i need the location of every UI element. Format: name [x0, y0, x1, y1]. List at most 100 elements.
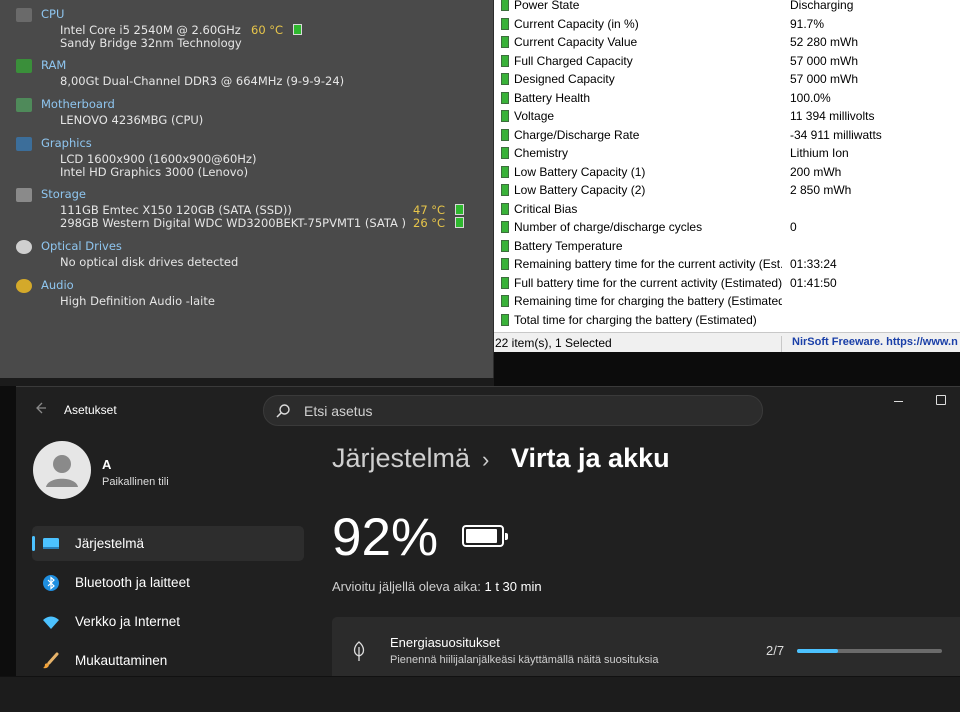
battery-row[interactable]: Battery Temperature: [494, 237, 960, 256]
battery-row[interactable]: Remaining time for charging the battery …: [494, 292, 960, 311]
section-heading-cpu[interactable]: CPU: [41, 7, 64, 21]
battery-row[interactable]: Charge/Discharge Rate -34 911 milliwatts: [494, 126, 960, 145]
section-detail-storage: 111GB Emtec X150 120GB (SATA (SSD)): [60, 203, 292, 217]
battery-row-icon: [501, 17, 509, 30]
paintbrush-icon: [42, 652, 60, 670]
battery-row-icon: [501, 0, 509, 11]
temperature-indicator-icon: [455, 217, 464, 228]
temperature-indicator-icon: [455, 204, 464, 215]
minimize-button[interactable]: [888, 391, 910, 411]
section-heading-audio[interactable]: Audio: [41, 278, 74, 292]
section-detail-audio: High Definition Audio -laite: [60, 294, 215, 308]
battery-row-icon: [501, 258, 509, 270]
battery-row-icon: [501, 54, 509, 67]
battery-row[interactable]: Low Battery Capacity (1) 200 mWh: [494, 163, 960, 182]
battery-row-icon: [501, 128, 509, 141]
energy-leaf-icon: [353, 641, 365, 661]
battery-row-value: 01:41:50: [790, 275, 837, 290]
sidebar-item-label: Bluetooth ja laitteet: [75, 575, 190, 590]
energy-recommendations-card[interactable]: Energiasuositukset Pienennä hiilijalanjä…: [332, 617, 960, 677]
avatar[interactable]: [33, 441, 91, 499]
desktop-background-left: [0, 386, 16, 676]
battery-row[interactable]: Current Capacity Value 52 280 mWh: [494, 33, 960, 52]
battery-row-icon: [501, 276, 509, 289]
search-input[interactable]: [302, 402, 742, 420]
battery-row-icon: [501, 313, 509, 326]
battery-row-name: Power State: [514, 0, 580, 12]
battery-row-name: Chemistry: [514, 146, 569, 160]
battery-row-value: 0: [790, 220, 797, 234]
battery-row-icon: [501, 91, 509, 104]
battery-row-value: Lithium Ion: [790, 146, 849, 160]
nirsoft-link[interactable]: NirSoft Freeware. https://www.n: [792, 336, 960, 348]
battery-row-icon: [501, 221, 509, 233]
battery-row[interactable]: Full Charged Capacity 57 000 mWh: [494, 52, 960, 71]
battery-row-name: Voltage: [514, 109, 555, 123]
sidebar-item-personalization[interactable]: Mukauttaminen: [32, 643, 304, 678]
battery-row[interactable]: Voltage 11 394 millivolts: [494, 107, 960, 126]
battery-row-icon: [501, 184, 509, 196]
search-icon: [276, 404, 290, 418]
temperature-indicator-icon: [293, 24, 302, 35]
battery-row[interactable]: Designed Capacity 57 000 mWh: [494, 70, 960, 89]
energy-progress-bar: [797, 649, 942, 653]
battery-row-name: Total time for charging the battery (Est…: [514, 312, 757, 327]
section-heading-storage[interactable]: Storage: [41, 187, 86, 201]
battery-row-value: 91.7%: [790, 16, 825, 31]
sidebar-item-network[interactable]: Verkko ja Internet: [32, 604, 304, 639]
temperature-reading: 47 °C: [413, 203, 446, 217]
battery-row-icon: [501, 202, 509, 215]
battery-row-name: Battery Health: [514, 90, 591, 105]
system-summary-panel: CPU Intel Core i5 2540M @ 2.60GHz Sandy Br…: [0, 0, 494, 378]
cpu-icon: [16, 8, 32, 22]
battery-row[interactable]: Current Capacity (in %) 91.7%: [494, 15, 960, 34]
section-detail-motherboard: LENOVO 4236MBG (CPU): [60, 113, 204, 127]
energy-subtitle: Pienennä hiilijalanjälkeäsi käyttämällä …: [390, 654, 659, 666]
section-heading-ram[interactable]: RAM: [41, 58, 66, 72]
user-name: A: [102, 457, 112, 472]
monitor-icon: [16, 137, 32, 151]
section-heading-graphics[interactable]: Graphics: [41, 136, 92, 150]
back-arrow-icon[interactable]: [32, 400, 48, 416]
battery-row[interactable]: Power State Discharging: [494, 0, 960, 15]
battery-row-name: Battery Temperature: [514, 238, 623, 253]
wifi-icon: [42, 613, 60, 631]
sidebar-item-system[interactable]: Järjestelmä: [32, 526, 304, 561]
battery-row-value: 57 000 mWh: [790, 53, 859, 68]
battery-row[interactable]: Chemistry Lithium Ion: [494, 144, 960, 163]
sidebar-item-label: Järjestelmä: [75, 536, 145, 551]
battery-row-name: Low Battery Capacity (2): [514, 183, 646, 197]
battery-row-value: 57 000 mWh: [790, 72, 859, 86]
battery-icon: [462, 525, 508, 547]
section-heading-optical[interactable]: Optical Drives: [41, 239, 122, 253]
battery-row[interactable]: Battery Health 100.0%: [494, 89, 960, 108]
estimated-time-left: Arvioitu jäljellä oleva aika: 1 t 30 min: [332, 579, 542, 594]
battery-row[interactable]: Critical Bias: [494, 200, 960, 219]
desktop-background: [494, 352, 960, 386]
breadcrumb-parent[interactable]: Järjestelmä: [332, 443, 470, 474]
battery-row[interactable]: Remaining battery time for the current a…: [494, 255, 960, 274]
sidebar-item-label: Verkko ja Internet: [75, 614, 181, 629]
hard-drive-icon: [16, 188, 32, 202]
optical-disc-icon: [16, 240, 32, 254]
breadcrumb-chevron-icon: ›: [482, 447, 490, 472]
battery-row-name: Remaining time for charging the battery …: [514, 294, 782, 308]
battery-row-icon: [501, 110, 509, 122]
sidebar-item-bluetooth[interactable]: Bluetooth ja laitteet: [32, 565, 304, 600]
search-box[interactable]: [263, 395, 763, 426]
battery-row[interactable]: Number of charge/discharge cycles 0: [494, 218, 960, 237]
battery-row-value: 100.0%: [790, 90, 831, 105]
battery-info-list: Power State Discharging Current Capacity (…: [494, 0, 960, 352]
battery-row-name: Low Battery Capacity (1): [514, 164, 646, 179]
battery-row-value: 52 280 mWh: [790, 35, 859, 49]
battery-row-icon: [501, 239, 509, 252]
maximize-button[interactable]: [936, 395, 946, 405]
section-heading-motherboard[interactable]: Motherboard: [41, 97, 115, 111]
battery-row[interactable]: Full battery time for the current activi…: [494, 274, 960, 293]
battery-row-name: Critical Bias: [514, 201, 578, 216]
battery-row-icon: [501, 165, 509, 178]
battery-row[interactable]: Low Battery Capacity (2) 2 850 mWh: [494, 181, 960, 200]
battery-row[interactable]: Total time for charging the battery (Est…: [494, 311, 960, 330]
section-detail-cpu: Sandy Bridge 32nm Technology: [60, 36, 242, 50]
section-detail-optical: No optical disk drives detected: [60, 255, 239, 269]
